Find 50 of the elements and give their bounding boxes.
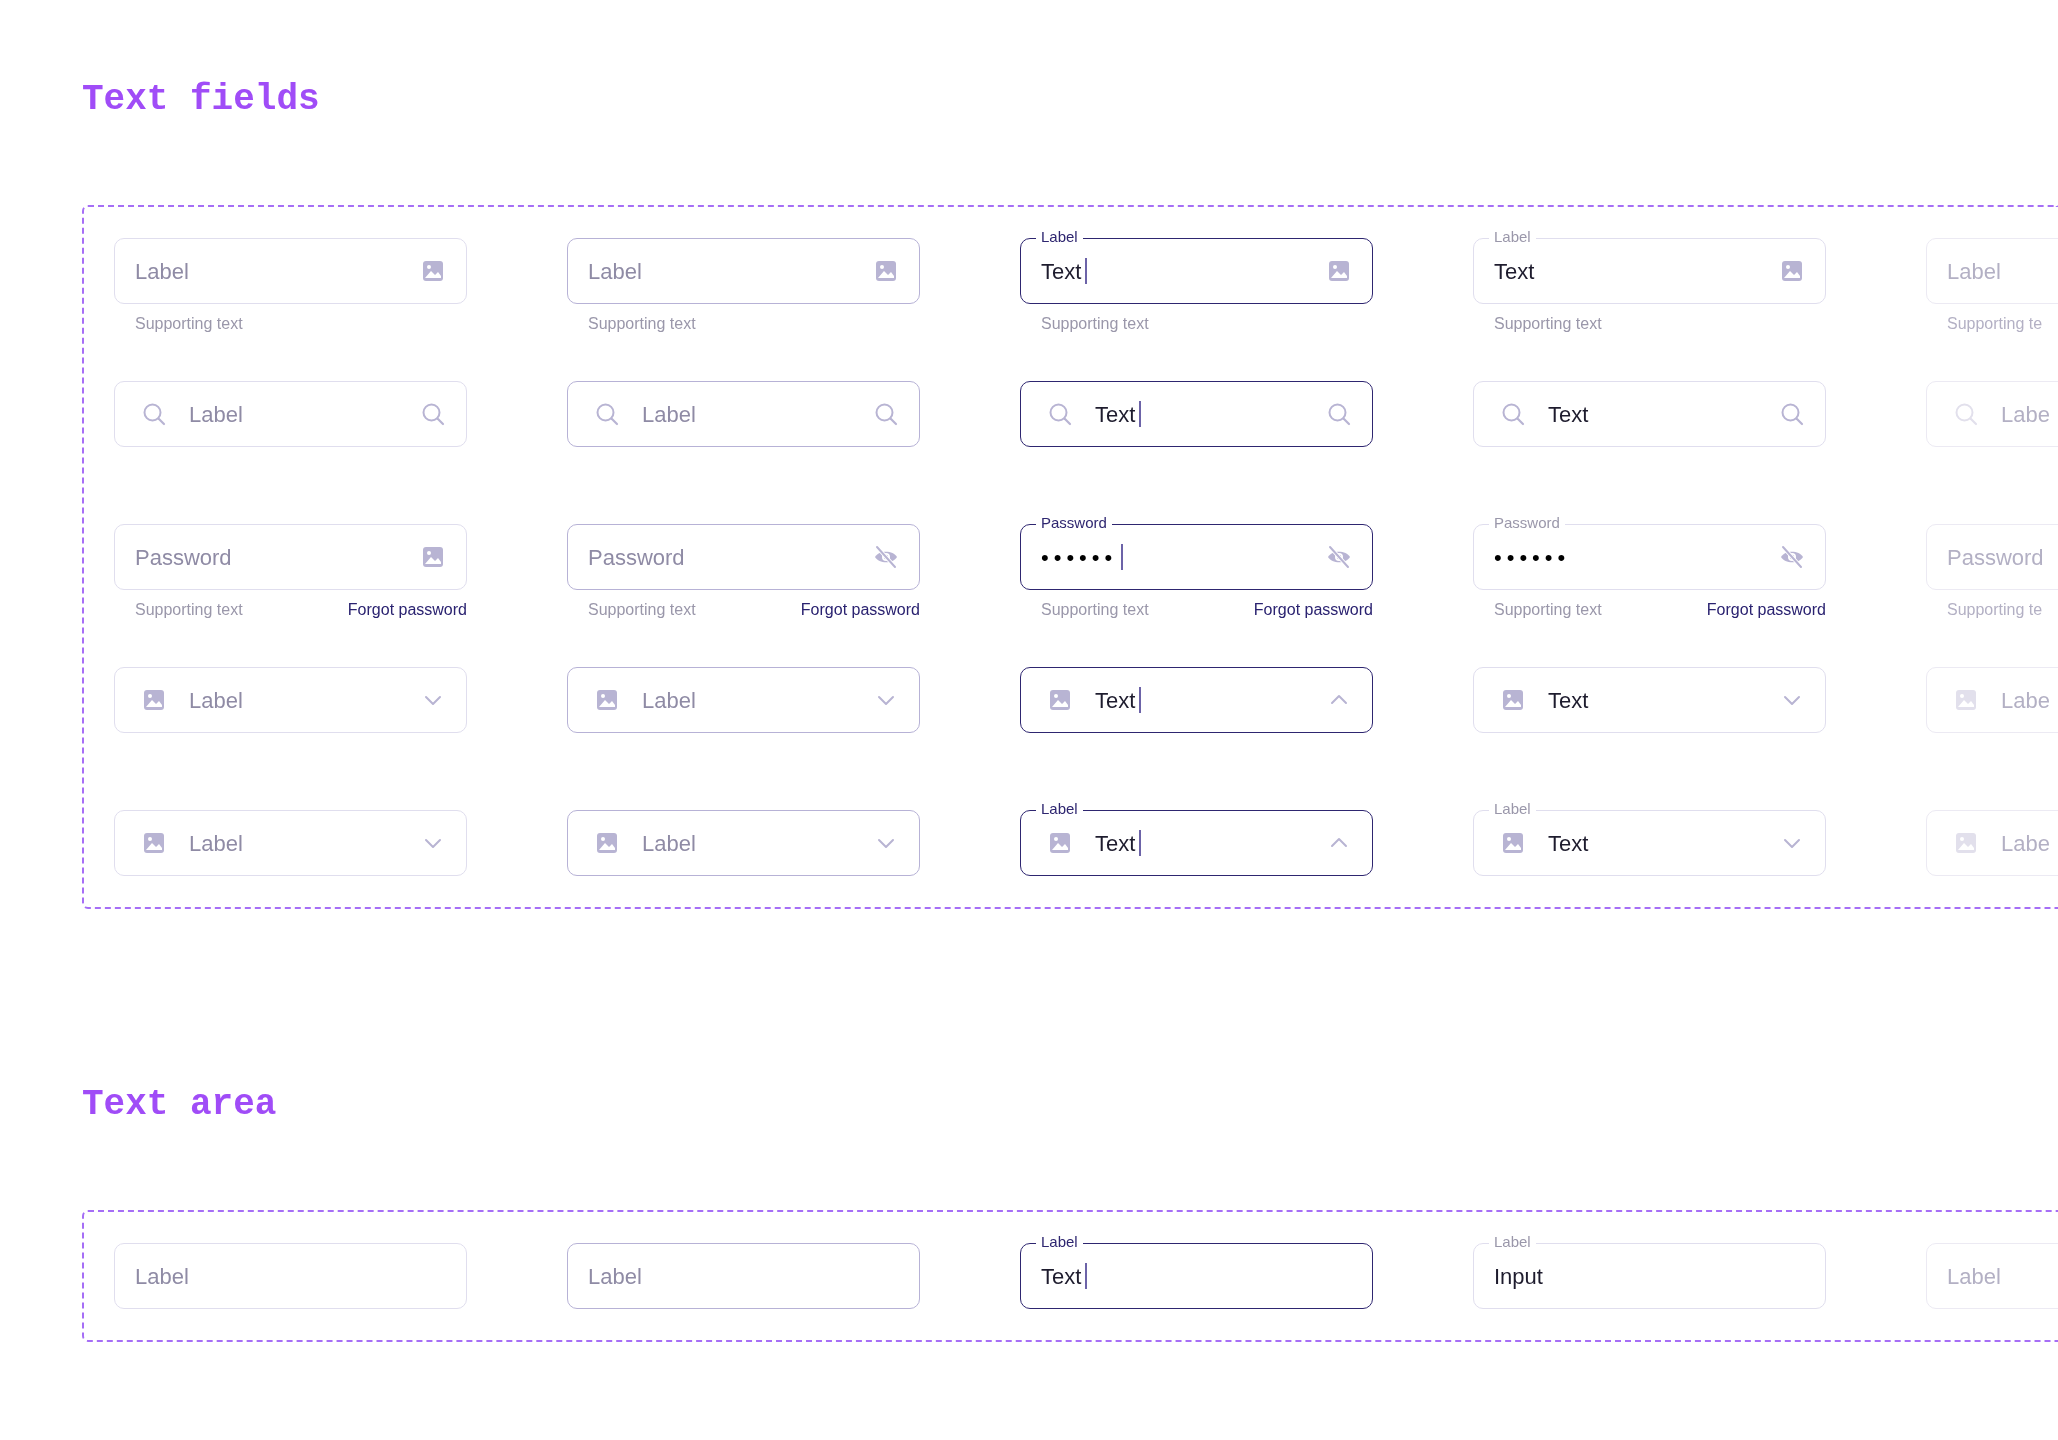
- section-title: Text area: [82, 1083, 278, 1127]
- supporting-text: Supporting te: [1947, 314, 2043, 334]
- search-icon: [141, 401, 167, 427]
- image-icon: [141, 687, 167, 713]
- search-icon: [1953, 401, 1979, 427]
- supporting-text: Supporting text: [1494, 600, 1602, 620]
- select-field[interactable]: Label: [114, 810, 467, 876]
- search-icon: [594, 401, 620, 427]
- search-field[interactable]: Text: [1020, 381, 1373, 447]
- select-field[interactable]: Text: [1473, 667, 1826, 733]
- supporting-text: Supporting text: [135, 314, 243, 334]
- image-icon: [1953, 830, 1979, 856]
- select-field[interactable]: Label: [567, 667, 920, 733]
- eye-slash-icon[interactable]: [1779, 544, 1805, 570]
- select-field[interactable]: Label: [567, 810, 920, 876]
- text-area[interactable]: Label: [567, 1243, 920, 1309]
- password-field[interactable]: Password: [114, 524, 467, 590]
- search-field[interactable]: Label: [114, 381, 467, 447]
- image-icon: [1047, 830, 1073, 856]
- section-title: Text fields: [82, 78, 321, 122]
- supporting-text: Supporting text: [1041, 600, 1149, 620]
- search-field[interactable]: Text: [1473, 381, 1826, 447]
- select-field[interactable]: Text: [1020, 667, 1373, 733]
- eye-slash-icon[interactable]: [873, 544, 899, 570]
- image-icon: [1500, 830, 1526, 856]
- forgot-password-link[interactable]: Forgot password: [347, 598, 467, 622]
- supporting-text: Supporting te: [1947, 600, 2043, 620]
- supporting-text: Supporting text: [135, 600, 243, 620]
- supporting-text: Supporting text: [588, 314, 696, 334]
- select-field[interactable]: Label: [114, 667, 467, 733]
- supporting-text: Supporting text: [1494, 314, 1602, 334]
- search-icon: [1047, 401, 1073, 427]
- text-field[interactable]: Label: [567, 238, 920, 304]
- text-area[interactable]: Label: [114, 1243, 467, 1309]
- image-icon: [1500, 687, 1526, 713]
- forgot-password-link[interactable]: Forgot password: [800, 598, 920, 622]
- search-field[interactable]: Label: [567, 381, 920, 447]
- supporting-text: Supporting text: [588, 600, 696, 620]
- forgot-password-link[interactable]: Forgot password: [1706, 598, 1826, 622]
- eye-slash-icon[interactable]: [1326, 544, 1352, 570]
- image-icon: [1047, 687, 1073, 713]
- supporting-text: Supporting text: [1041, 314, 1149, 334]
- text-field[interactable]: Label: [114, 238, 467, 304]
- search-icon: [1500, 401, 1526, 427]
- image-icon: [1953, 687, 1979, 713]
- image-icon: [141, 830, 167, 856]
- forgot-password-link[interactable]: Forgot password: [1253, 598, 1373, 622]
- image-icon: [594, 687, 620, 713]
- image-icon: [594, 830, 620, 856]
- password-field[interactable]: Password: [567, 524, 920, 590]
